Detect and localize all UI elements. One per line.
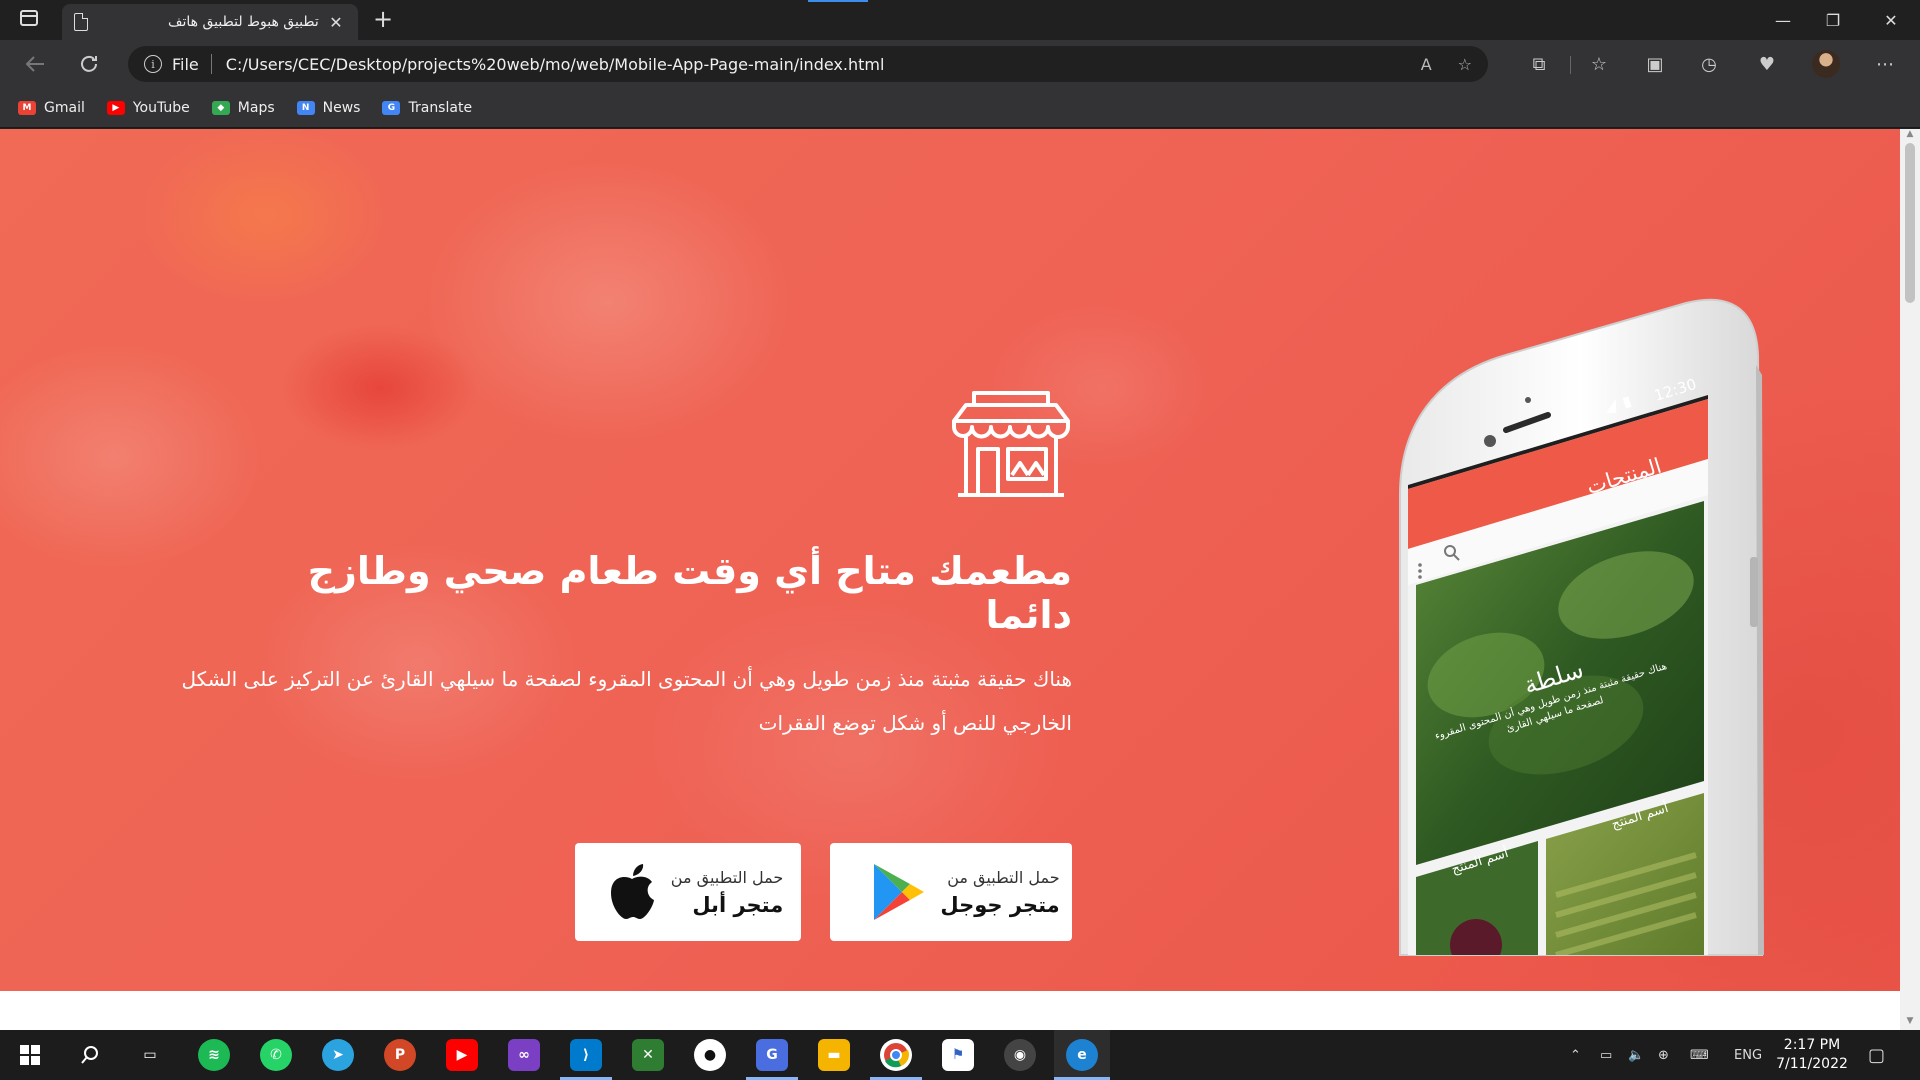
health-icon[interactable]: ♥ [1752, 50, 1782, 78]
tab-close-icon[interactable]: ✕ [326, 13, 346, 32]
bookmark-label: News [322, 99, 361, 116]
next-section [0, 991, 1900, 1030]
task-view-icon[interactable]: ▭ [134, 1039, 166, 1071]
bookmark-label: YouTube [132, 99, 190, 116]
app-store-button[interactable]: حمل التطبيق من متجر أبل [575, 843, 801, 941]
arrow-left-icon [25, 56, 44, 72]
tray-chevron-icon[interactable]: ⌃ [1570, 1030, 1581, 1080]
url-scheme: File [172, 54, 199, 74]
extensions-icon[interactable]: ⧉ [1524, 50, 1554, 78]
divider [210, 54, 212, 74]
history-icon[interactable]: ◷ [1694, 50, 1724, 78]
drag-indicator [808, 0, 868, 2]
battery-icon[interactable]: ▭ [1600, 1030, 1612, 1080]
whatsapp-icon[interactable]: ✆ [260, 1039, 292, 1071]
pycharm-icon[interactable]: ✕ [632, 1039, 664, 1071]
page-viewport: مطعمك متاح أي وقت طعام صحي وطازج دائما ه… [0, 129, 1900, 1030]
profile-avatar[interactable] [1812, 50, 1840, 78]
telegram-icon[interactable]: ➤ [322, 1039, 354, 1071]
hero-section: مطعمك متاح أي وقت طعام صحي وطازج دائما ه… [0, 129, 1900, 991]
file-explorer-icon[interactable]: ▬ [818, 1039, 850, 1071]
feedback-icon[interactable]: ⚑ [942, 1039, 974, 1071]
github-icon[interactable]: ● [694, 1039, 726, 1071]
volume-icon[interactable]: 🔈 [1628, 1030, 1644, 1080]
store-icon [952, 391, 1070, 497]
hero-description: هناك حقيقة مثبتة منذ زمن طويل وهي أن الم… [181, 667, 1072, 735]
start-icon[interactable] [14, 1039, 46, 1071]
bookmark-gmail[interactable]: M Gmail [18, 100, 85, 116]
gmail-icon: M [18, 100, 36, 115]
more-menu-icon[interactable]: ⋯ [1870, 50, 1900, 78]
restore-button[interactable]: ❐ [1810, 0, 1856, 40]
info-icon[interactable]: i [144, 55, 162, 73]
google-play-small-label: حمل التطبيق من [947, 867, 1060, 887]
scroll-up-icon[interactable]: ▲ [1900, 129, 1920, 143]
close-window-button[interactable]: ✕ [1868, 0, 1914, 40]
read-aloud-icon[interactable]: A [1421, 55, 1432, 74]
refresh-icon [81, 55, 97, 72]
bookmark-youtube[interactable]: ▶ YouTube [106, 99, 190, 116]
chrome-icon[interactable] [880, 1039, 912, 1071]
notifications-icon[interactable]: ▢ [1868, 1030, 1885, 1080]
scroll-down-icon[interactable]: ▼ [1900, 1016, 1920, 1030]
app-store-text: حمل التطبيق من متجر أبل [671, 868, 783, 917]
app-store-big-label: متجر أبل [692, 892, 784, 917]
bookmark-label: Gmail [44, 99, 85, 116]
language-indicator[interactable]: ENG [1734, 1030, 1762, 1080]
favorites-icon[interactable]: ☆ [1584, 50, 1614, 78]
scrollbar-thumb[interactable] [1905, 143, 1915, 303]
address-bar[interactable]: i File C:/Users/CEC/Desktop/projects%20w… [128, 46, 1488, 82]
youtube-icon: ▶ [106, 100, 125, 115]
network-icon[interactable]: ⊕ [1658, 1030, 1669, 1080]
bookmark-label: Maps [237, 99, 275, 116]
maps-icon: ◆ [211, 100, 230, 115]
tab-actions-icon[interactable] [20, 10, 38, 26]
document-icon [74, 13, 88, 31]
url-text[interactable]: C:/Users/CEC/Desktop/projects%20web/mo/w… [226, 55, 1395, 74]
keyboard-icon[interactable]: ⌨ [1690, 1030, 1709, 1080]
app-store-small-label: حمل التطبيق من [670, 867, 784, 887]
edge-active-highlight [1054, 1030, 1110, 1080]
clock-time: 2:17 PM [1783, 1037, 1841, 1053]
phone-mockup: 12:30 المنتجات سلطة هناك حقيقة مثبتة منذ… [1399, 298, 1764, 956]
windows-taskbar: ▭ ≋ ✆ ➤ P ▶ ∞ ⟩ ✕ ● G ▬ ⚑ ◉ e ⌃ ▭ 🔈 ⊕ ⌨ … [0, 1030, 1920, 1080]
page-scrollbar[interactable]: ▲ ▼ [1900, 129, 1920, 1030]
google-play-text: حمل التطبيق من متجر جوجل [940, 868, 1059, 917]
search-icon[interactable] [74, 1039, 106, 1071]
bookmarks-bar: M Gmail ▶ YouTube ◆ Maps N News G Transl… [0, 88, 1920, 128]
clock-date: 7/11/2022 [1776, 1056, 1848, 1072]
translate-app-icon[interactable]: G [756, 1039, 788, 1071]
tab-title: تطبيق هبوط لتطبيق هاتف [168, 14, 319, 30]
back-button[interactable] [18, 48, 52, 80]
visual-studio-icon[interactable]: ∞ [508, 1039, 540, 1071]
collections-icon[interactable]: ▣ [1640, 50, 1670, 78]
media-player-icon[interactable]: ◉ [1004, 1039, 1036, 1071]
google-play-button[interactable]: حمل التطبيق من متجر جوجل [830, 843, 1072, 941]
vscode-icon[interactable]: ⟩ [570, 1039, 602, 1071]
google-play-icon [874, 864, 925, 920]
powerpoint-icon[interactable]: P [384, 1039, 416, 1071]
apple-icon [610, 864, 654, 919]
divider [1570, 56, 1571, 74]
bookmark-news[interactable]: N News [296, 99, 361, 116]
minimize-button[interactable]: — [1760, 0, 1806, 40]
add-favorite-icon[interactable]: ☆ [1458, 55, 1472, 74]
google-play-big-label: متجر جوجل [940, 892, 1060, 917]
tab-bar: تطبيق هبوط لتطبيق هاتف ✕ + — ❐ ✕ [0, 0, 1920, 40]
spotify-icon[interactable]: ≋ [198, 1039, 230, 1071]
bookmark-label: Translate [408, 99, 473, 116]
youtube-app-icon[interactable]: ▶ [446, 1039, 478, 1071]
bookmark-translate[interactable]: G Translate [382, 100, 472, 116]
refresh-button[interactable] [72, 48, 106, 80]
browser-tab-active[interactable]: تطبيق هبوط لتطبيق هاتف ✕ [62, 4, 358, 40]
news-icon: N [296, 100, 315, 115]
translate-icon: G [382, 100, 401, 115]
hero-title: مطعمك متاح أي وقت طعام صحي وطازج دائما [307, 549, 1072, 637]
system-clock[interactable]: 2:17 PM 7/11/2022 [1760, 1036, 1864, 1074]
new-tab-button[interactable]: + [368, 6, 398, 34]
bookmark-maps[interactable]: ◆ Maps [211, 99, 275, 116]
address-toolbar: i File C:/Users/CEC/Desktop/projects%20w… [0, 40, 1920, 88]
